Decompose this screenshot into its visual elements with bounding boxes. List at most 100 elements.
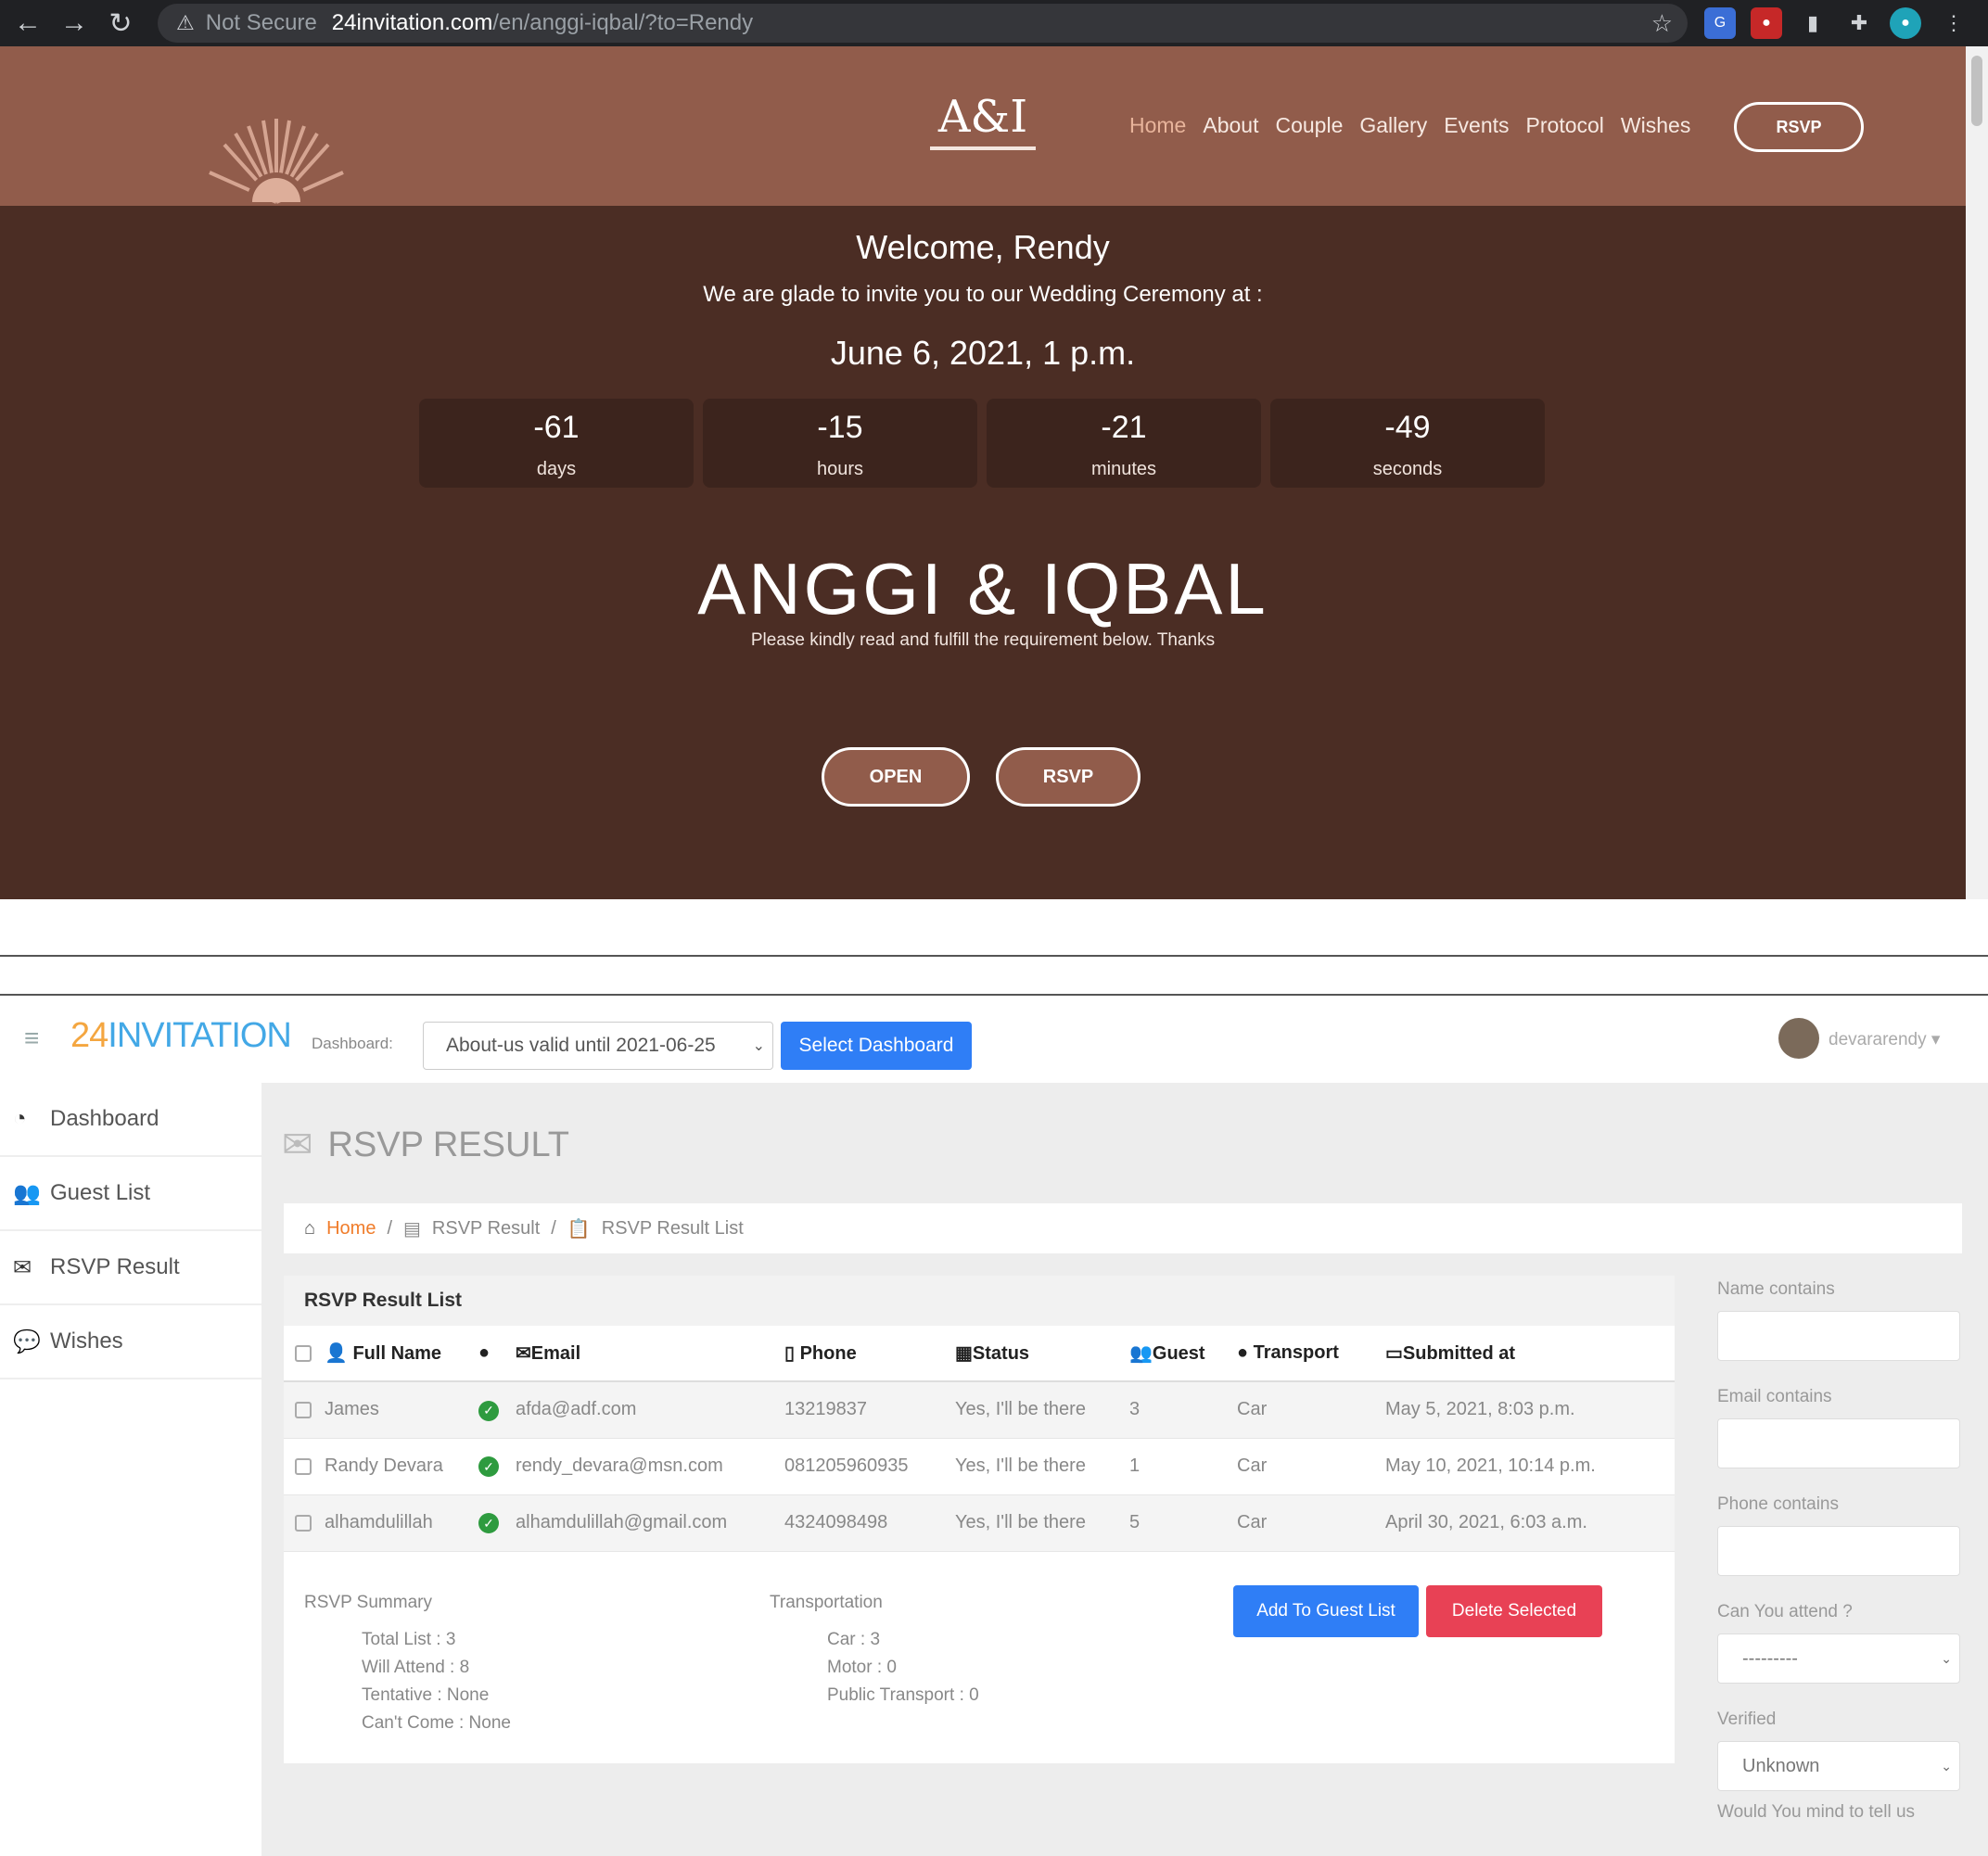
verified-filter-label: Verified: [1717, 1710, 1777, 1729]
cell-name: Randy Devara: [325, 1438, 478, 1495]
user-icon: 👤: [325, 1343, 348, 1364]
column-label: Submitted at: [1402, 1343, 1516, 1364]
countdown-hours: -15 hours: [703, 399, 977, 488]
sidebar: ◔ Dashboard 👥 Guest List ✉ RSVP Result 💬…: [0, 1083, 261, 1856]
sidebar-item-label: RSVP Result: [50, 1254, 180, 1279]
page-scrollbar[interactable]: [1966, 46, 1988, 899]
nav-link-about[interactable]: About: [1203, 113, 1258, 138]
translate-extension-icon[interactable]: G: [1704, 7, 1736, 39]
nav-link-home[interactable]: Home: [1129, 113, 1186, 138]
calendar-icon: ▭: [1385, 1343, 1403, 1364]
hamburger-menu-icon[interactable]: ≡: [24, 1023, 39, 1053]
profile-avatar-icon[interactable]: ●: [1890, 7, 1921, 39]
cell-guest: 5: [1129, 1494, 1237, 1552]
cell-name: James: [325, 1381, 478, 1439]
avatar[interactable]: [1778, 1018, 1819, 1059]
column-submitted-at[interactable]: ▭Submitted at: [1385, 1326, 1675, 1382]
sidebar-item-label: Guest List: [50, 1180, 151, 1205]
panel-title: RSVP Result List: [284, 1276, 1675, 1326]
nav-rsvp-button[interactable]: RSVP: [1734, 102, 1864, 152]
open-button[interactable]: OPEN: [822, 747, 970, 807]
phone-filter-input[interactable]: [1717, 1526, 1960, 1576]
email-filter-input[interactable]: [1717, 1418, 1960, 1468]
monogram-underline: [930, 146, 1036, 150]
table-row[interactable]: alhamdulillah ✓ alhamdulillah@gmail.com …: [284, 1494, 1675, 1552]
sidebar-item-label: Dashboard: [50, 1106, 159, 1131]
warning-triangle-icon[interactable]: ⚠: [176, 11, 195, 35]
sunburst-logo-icon: [209, 119, 344, 204]
summary-line: Total List : 3: [362, 1630, 456, 1649]
breadcrumb-home[interactable]: Home: [326, 1218, 376, 1239]
menu-kebab-icon[interactable]: ⋮: [1938, 7, 1969, 39]
breadcrumb: ⌂ Home / ▤ RSVP Result / 📋 RSVP Result L…: [284, 1203, 1962, 1253]
attend-filter-value: ---------: [1742, 1647, 1798, 1669]
nav-link-gallery[interactable]: Gallery: [1359, 113, 1427, 138]
sidebar-item-dashboard[interactable]: ◔ Dashboard: [0, 1083, 261, 1157]
cell-status: Yes, I'll be there: [955, 1381, 1129, 1439]
row-checkbox[interactable]: [295, 1514, 312, 1532]
verified-filter-select[interactable]: Unknown ⌄: [1717, 1741, 1960, 1791]
countdown-value: -15: [817, 410, 863, 445]
user-menu[interactable]: devararendy ▾: [1829, 1029, 1940, 1050]
screenshot-divider: [0, 955, 1988, 957]
column-status[interactable]: ▦Status: [955, 1326, 1129, 1382]
column-phone[interactable]: ▯ Phone: [784, 1326, 955, 1382]
cell-submitted: April 30, 2021, 6:03 a.m.: [1385, 1494, 1675, 1552]
dashboard-topbar: ≡ 24INVITATION Dashboard: About-us valid…: [0, 996, 1988, 1083]
brand-logo[interactable]: 24INVITATION: [70, 1016, 292, 1056]
cell-transport: Car: [1237, 1494, 1385, 1552]
bookmark-star-icon[interactable]: ☆: [1651, 9, 1673, 38]
forward-arrow-icon[interactable]: →: [56, 5, 93, 42]
select-all-checkbox[interactable]: [295, 1344, 312, 1362]
dashboard-select-label: Dashboard:: [312, 1035, 393, 1052]
delete-selected-button[interactable]: Delete Selected: [1426, 1585, 1602, 1637]
transportation-line: Motor : 0: [827, 1658, 897, 1677]
nav-link-events[interactable]: Events: [1444, 113, 1509, 138]
sidebar-item-wishes[interactable]: 💬 Wishes: [0, 1305, 261, 1379]
cell-email: alhamdulillah@gmail.com: [516, 1494, 784, 1552]
couple-names: ANGGI & IQBAL: [697, 548, 1268, 629]
sidebar-item-label: Wishes: [50, 1328, 123, 1354]
column-guest[interactable]: 👥Guest: [1129, 1326, 1237, 1382]
select-dashboard-button[interactable]: Select Dashboard: [781, 1022, 972, 1070]
row-checkbox[interactable]: [295, 1457, 312, 1475]
reload-icon[interactable]: ↻: [102, 5, 139, 42]
column-full-name[interactable]: 👤 Full Name: [325, 1326, 478, 1382]
hero-rsvp-button[interactable]: RSVP: [996, 747, 1141, 807]
name-filter-input[interactable]: [1717, 1311, 1960, 1361]
column-verified[interactable]: ●: [478, 1326, 516, 1382]
dashboard-icon: ◔: [13, 1106, 27, 1131]
adblock-extension-icon[interactable]: ●: [1751, 7, 1782, 39]
dashboard-select[interactable]: About-us valid until 2021-06-25 ⌄: [423, 1022, 773, 1070]
transportation-line: Car : 3: [827, 1630, 881, 1649]
column-label: Full Name: [352, 1343, 442, 1364]
cell-phone: 081205960935: [784, 1438, 955, 1495]
table-row[interactable]: Randy Devara ✓ rendy_devara@msn.com 0812…: [284, 1438, 1675, 1495]
check-circle-icon: ●: [478, 1342, 491, 1363]
couple-monogram[interactable]: A&I: [927, 91, 1039, 150]
sidebar-item-rsvp-result[interactable]: ✉ RSVP Result: [0, 1231, 261, 1305]
brand-text: INVITATION: [108, 1016, 292, 1055]
table-header-row: 👤 Full Name ● ✉Email ▯ Phone ▦Status 👥Gu…: [284, 1326, 1675, 1382]
phone-icon: ▯: [784, 1343, 796, 1364]
row-checkbox[interactable]: [295, 1401, 312, 1418]
scrollbar-thumb[interactable]: [1971, 56, 1982, 126]
back-arrow-icon[interactable]: ←: [9, 5, 46, 42]
add-to-guest-list-button[interactable]: Add To Guest List: [1233, 1585, 1419, 1637]
column-transport[interactable]: ● Transport: [1237, 1326, 1385, 1382]
nav-link-couple[interactable]: Couple: [1275, 113, 1343, 138]
nav-link-protocol[interactable]: Protocol: [1526, 113, 1604, 138]
puzzle-extension-icon[interactable]: ✚: [1843, 7, 1875, 39]
column-email[interactable]: ✉Email: [516, 1326, 784, 1382]
stats-extension-icon[interactable]: ▮: [1797, 7, 1829, 39]
nav-link-wishes[interactable]: Wishes: [1621, 113, 1690, 138]
attend-filter-select[interactable]: --------- ⌄: [1717, 1634, 1960, 1684]
sidebar-item-guest-list[interactable]: 👥 Guest List: [0, 1157, 261, 1231]
breadcrumb-rsvp-result[interactable]: RSVP Result: [432, 1218, 540, 1239]
cell-guest: 3: [1129, 1381, 1237, 1439]
cell-submitted: May 5, 2021, 8:03 p.m.: [1385, 1381, 1675, 1439]
verified-check-icon: ✓: [478, 1400, 499, 1421]
address-bar[interactable]: ⚠ Not Secure 24invitation.com /en/anggi-…: [158, 4, 1688, 43]
table-row[interactable]: James ✓ afda@adf.com 13219837 Yes, I'll …: [284, 1381, 1675, 1439]
user-name: devararendy: [1829, 1030, 1927, 1049]
